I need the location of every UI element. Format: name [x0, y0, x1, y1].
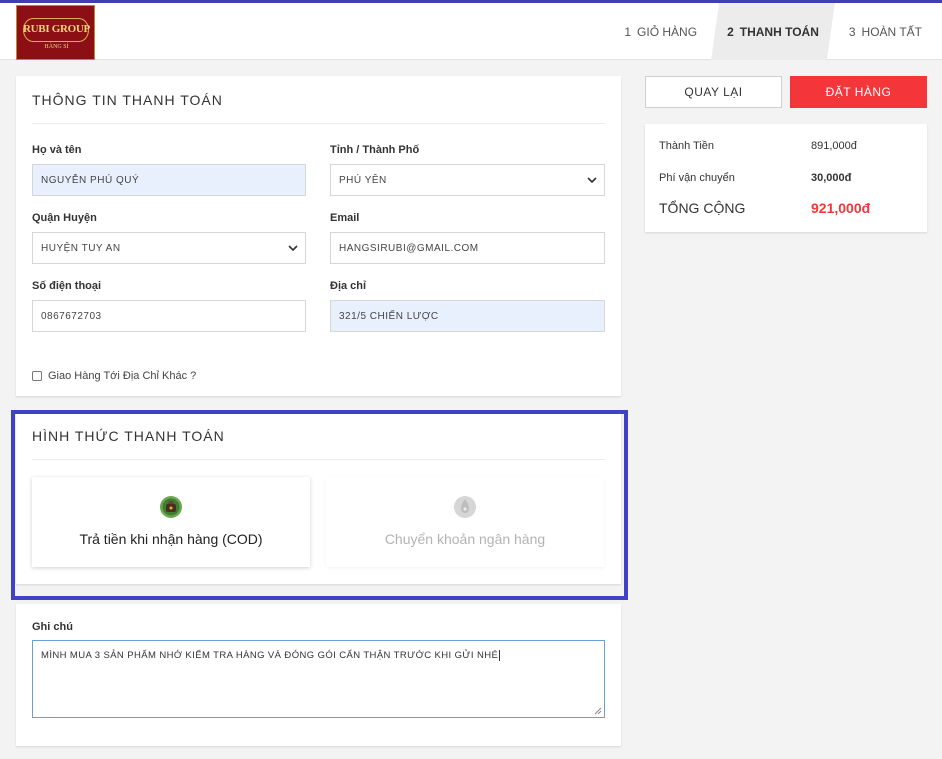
note-textarea[interactable]: MÌNH MUA 3 SẢN PHẨM NHỚ KIỂM TRA HÀNG VÀ… [32, 640, 605, 718]
address-label: Địa chỉ [330, 280, 367, 292]
payment-option-bank-label: Chuyển khoản ngân hàng [384, 531, 546, 547]
subtotal-label: Thành Tiền [659, 140, 715, 152]
name-value: NGUYỄN PHÚ QUÝ [41, 174, 140, 186]
district-select[interactable]: HUYỆN TUY AN [32, 232, 306, 264]
place-order-button[interactable]: ĐẶT HÀNG [790, 76, 927, 108]
payment-option-cod-label: Trả tiền khi nhận hàng (COD) [79, 531, 263, 547]
step-complete[interactable]: 3 HOÀN TẤT [835, 3, 942, 60]
payment-card: HÌNH THỨC THANH TOÁN Trả tiền khi nhận h… [16, 412, 621, 584]
district-label: Quận Huyện [32, 212, 97, 224]
step-number: 2 [727, 24, 734, 39]
subtotal-value: 891,000đ [811, 140, 857, 152]
ship-other-checkbox[interactable] [32, 371, 42, 381]
district-value: HUYỆN TUY AN [41, 242, 121, 254]
step-label: HOÀN TẤT [861, 24, 922, 39]
bank-icon [454, 496, 476, 518]
shipping-label: Phí vận chuyển [659, 172, 735, 184]
step-label: GIỎ HÀNG [637, 24, 698, 39]
address-input[interactable]: 321/5 CHIẾN LƯỢC [330, 300, 605, 332]
back-button[interactable]: QUAY LẠI [645, 76, 782, 108]
note-card: Ghi chú MÌNH MUA 3 SẢN PHẨM NHỚ KIỂM TRA… [16, 604, 621, 746]
email-input[interactable]: HANGSIRUBI@GMAIL.COM [330, 232, 605, 264]
province-value: PHÚ YÊN [339, 174, 387, 186]
chevron-down-icon [288, 245, 298, 252]
logo[interactable]: RUBI GROUP HÀNG SỈ [16, 5, 95, 60]
logo-subtext: HÀNG SỈ [44, 44, 69, 50]
order-summary: Thành Tiền 891,000đ Phí vận chuyển 30,00… [645, 124, 927, 232]
payment-title: HÌNH THỨC THANH TOÁN [32, 428, 225, 444]
phone-value: 0867672703 [41, 310, 102, 322]
step-payment[interactable]: 2 THANH TOÁN [711, 3, 835, 60]
address-value: 321/5 CHIẾN LƯỢC [339, 310, 439, 322]
chevron-down-icon [587, 177, 597, 184]
resize-handle-icon[interactable] [594, 707, 602, 715]
billing-title: THÔNG TIN THANH TOÁN [32, 92, 223, 108]
note-value: MÌNH MUA 3 SẢN PHẨM NHỚ KIỂM TRA HÀNG VÀ… [41, 650, 499, 661]
ship-other-label: Giao Hàng Tới Địa Chỉ Khác ? [48, 370, 197, 382]
name-label: Họ và tên [32, 144, 82, 156]
step-number: 3 [848, 24, 856, 39]
email-value: HANGSIRUBI@GMAIL.COM [339, 242, 479, 254]
total-label: TỔNG CỘNG [659, 200, 746, 216]
logo-text: RUBI GROUP [23, 23, 90, 35]
email-label: Email [330, 212, 360, 224]
province-select[interactable]: PHÚ YÊN [330, 164, 605, 196]
note-label: Ghi chú [32, 621, 73, 633]
divider [32, 123, 605, 124]
ship-other-address[interactable]: Giao Hàng Tới Địa Chỉ Khác ? [32, 370, 196, 382]
phone-label: Số điện thoại [32, 280, 102, 292]
province-label: Tỉnh / Thành Phố [330, 144, 420, 156]
text-cursor [499, 650, 501, 661]
step-cart[interactable]: 1 GIỎ HÀNG [610, 3, 711, 60]
step-label: THANH TOÁN [739, 24, 819, 39]
checkout-steps: 1 GIỎ HÀNG 2 THANH TOÁN 3 HOÀN TẤT [610, 3, 942, 60]
step-number: 1 [624, 24, 632, 39]
name-input[interactable]: NGUYỄN PHÚ QUÝ [32, 164, 306, 196]
phone-input[interactable]: 0867672703 [32, 300, 306, 332]
payment-option-cod[interactable]: Trả tiền khi nhận hàng (COD) [32, 477, 310, 567]
payment-option-bank[interactable]: Chuyển khoản ngân hàng [326, 477, 604, 567]
total-value: 921,000đ [811, 200, 871, 216]
header: RUBI GROUP HÀNG SỈ 1 GIỎ HÀNG 2 THANH TO… [0, 3, 942, 60]
cash-bag-icon [160, 496, 182, 518]
billing-card: THÔNG TIN THANH TOÁN Họ và tên NGUYỄN PH… [16, 76, 621, 396]
divider [32, 459, 605, 460]
shipping-value: 30,000đ [811, 172, 852, 184]
